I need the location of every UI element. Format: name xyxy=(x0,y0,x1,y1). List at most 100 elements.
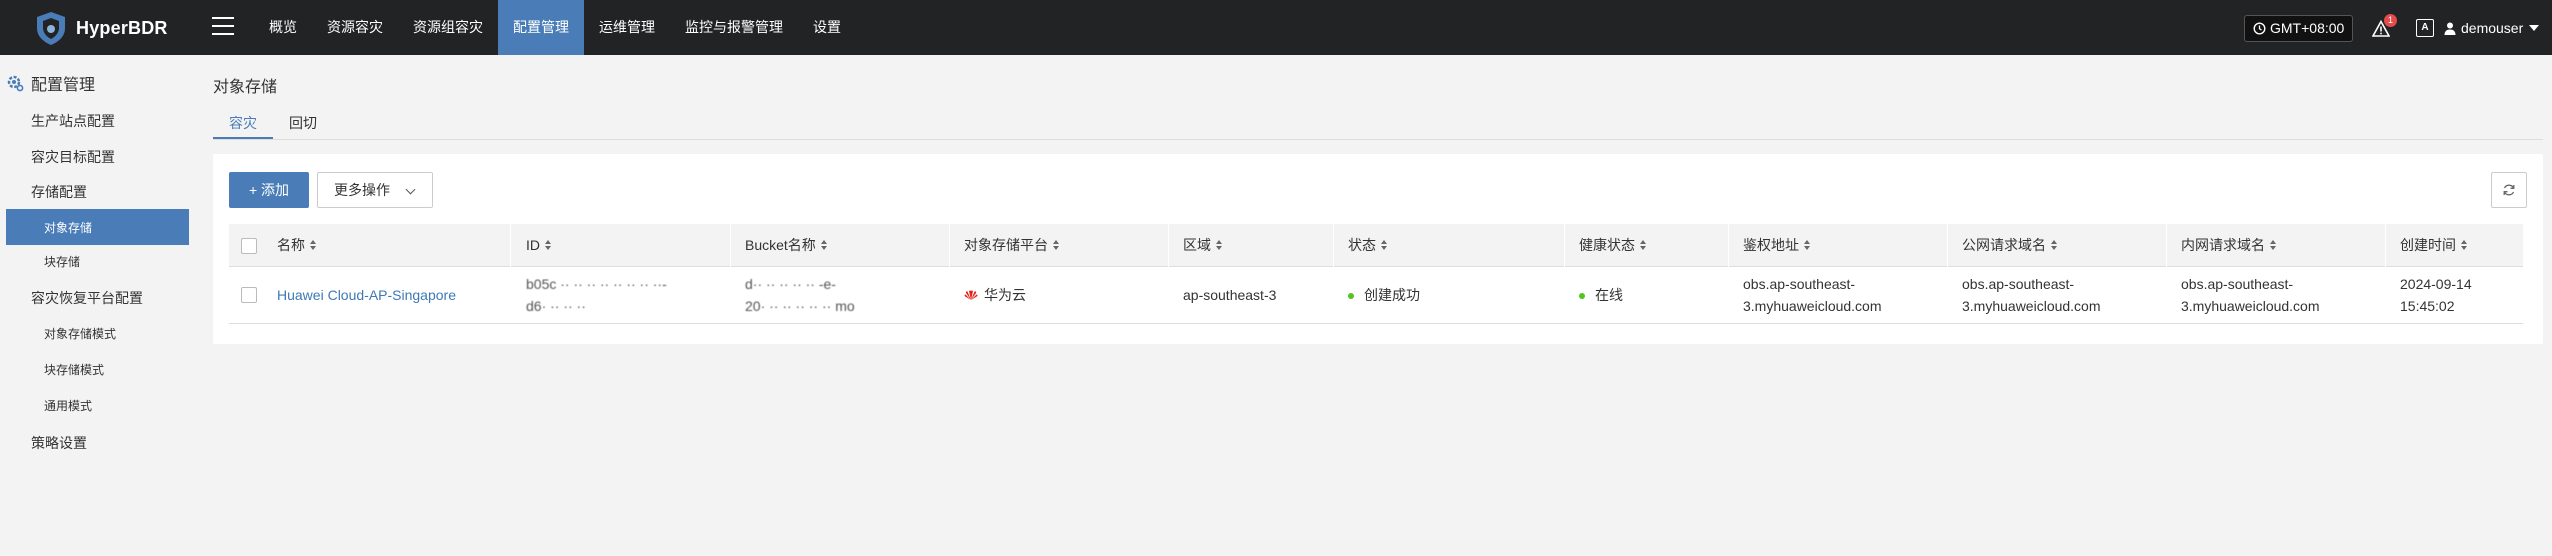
col-health[interactable]: 健康状态 xyxy=(1579,234,1647,256)
menu-toggle-icon[interactable] xyxy=(212,17,234,37)
add-button[interactable]: + 添加 xyxy=(229,172,309,208)
col-status-label: 状态 xyxy=(1348,237,1376,253)
sidebar-item-label: 对象存储 xyxy=(44,221,93,235)
col-auth-url-label: 鉴权地址 xyxy=(1743,237,1799,253)
col-created-time[interactable]: 创建时间 xyxy=(2400,234,2468,256)
storage-platform-label: 华为云 xyxy=(984,287,1026,303)
health-badge: 在线 xyxy=(1579,284,1623,306)
user-menu[interactable]: demouser xyxy=(2444,17,2540,39)
sidebar-title-label: 配置管理 xyxy=(31,77,96,94)
created-time: 2024-09-14 15:45:02 xyxy=(2400,273,2472,317)
table-row[interactable]: Huawei Cloud-AP-Singapore b05c ·· ·· ·· … xyxy=(229,267,2523,324)
col-created-time-label: 创建时间 xyxy=(2400,237,2456,253)
sidebar-item-block-storage[interactable]: 块存储 xyxy=(44,253,80,270)
column-divider xyxy=(1168,224,1169,267)
sort-icon xyxy=(820,239,828,251)
nav-resource-group-dr[interactable]: 资源组容灾 xyxy=(398,0,498,55)
col-platform[interactable]: 对象存储平台 xyxy=(964,234,1060,256)
bucket-name-line2: 20· ·· ·· ·· ·· ·· mo xyxy=(745,298,855,314)
col-id-label: ID xyxy=(526,237,540,253)
tab-bar: 容灾 回切 xyxy=(213,108,2543,140)
username: demouser xyxy=(2461,20,2524,36)
column-divider xyxy=(2166,224,2167,267)
sort-icon xyxy=(2461,239,2468,251)
col-public-domain[interactable]: 公网请求域名 xyxy=(1962,234,2058,256)
health-dot-icon xyxy=(1579,293,1585,300)
status-dot-icon xyxy=(1348,293,1354,300)
tab-failback[interactable]: 回切 xyxy=(289,113,317,133)
nav-resource-dr[interactable]: 资源容灾 xyxy=(312,0,398,55)
auth-url-line2: 3.myhuaweicloud.com xyxy=(1743,298,1882,314)
sidebar-item-block-storage-mode[interactable]: 块存储模式 xyxy=(44,361,104,378)
nav-config-management[interactable]: 配置管理 xyxy=(498,0,584,55)
sidebar-item-object-storage[interactable]: 对象存储 xyxy=(6,209,189,245)
nav-settings[interactable]: 设置 xyxy=(798,0,856,55)
storage-platform: 华为云 xyxy=(964,284,1026,306)
column-divider xyxy=(1564,224,1565,267)
storage-name-link[interactable]: Huawei Cloud-AP-Singapore xyxy=(277,284,456,306)
col-internal-domain[interactable]: 内网请求域名 xyxy=(2181,234,2277,256)
app-logo[interactable]: HyperBDR xyxy=(34,10,168,46)
col-status[interactable]: 状态 xyxy=(1348,234,1388,256)
timezone-button[interactable]: GMT+08:00 xyxy=(2244,15,2354,42)
sort-icon xyxy=(1381,239,1388,251)
column-divider xyxy=(730,224,731,267)
sidebar-item-storage[interactable]: 存储配置 xyxy=(31,182,87,202)
table-header: 名称 ID Bucket名称 对象存储平台 区域 状态 健康状态 鉴权地址 公网… xyxy=(229,224,2523,267)
sidebar: 配置管理 生产站点配置 容灾目标配置 存储配置 对象存储 块存储 容灾恢复平台配… xyxy=(0,55,196,556)
clock-icon xyxy=(2253,22,2266,35)
column-divider xyxy=(1333,224,1334,267)
col-name[interactable]: 名称 xyxy=(277,234,317,256)
sort-icon xyxy=(1640,239,1647,251)
region: ap-southeast-3 xyxy=(1183,287,1277,303)
column-divider xyxy=(1947,224,1948,267)
col-region-label: 区域 xyxy=(1183,237,1211,253)
col-id[interactable]: ID xyxy=(526,234,552,256)
timezone-label: GMT+08:00 xyxy=(2270,20,2345,36)
col-health-label: 健康状态 xyxy=(1579,237,1635,253)
shield-logo-icon xyxy=(37,12,65,45)
active-tab-indicator xyxy=(213,137,273,139)
status-badge: 创建成功 xyxy=(1348,284,1420,306)
alert-button[interactable]: 1 xyxy=(2372,14,2397,39)
page-title: 对象存储 xyxy=(213,79,278,96)
user-icon xyxy=(2444,22,2456,35)
column-divider xyxy=(949,224,950,267)
sidebar-item-dr-target[interactable]: 容灾目标配置 xyxy=(31,147,115,167)
created-clock: 15:45:02 xyxy=(2400,298,2455,314)
main-nav: 概览 资源容灾 资源组容灾 配置管理 运维管理 监控与报警管理 设置 xyxy=(254,0,856,55)
internal-domain-line2: 3.myhuaweicloud.com xyxy=(2181,298,2320,314)
language-icon[interactable]: A xyxy=(2416,19,2434,37)
sidebar-item-recovery-platform[interactable]: 容灾恢复平台配置 xyxy=(31,288,143,308)
select-all-checkbox[interactable] xyxy=(241,238,257,254)
created-date: 2024-09-14 xyxy=(2400,276,2472,292)
col-public-domain-label: 公网请求域名 xyxy=(1962,237,2046,253)
col-auth-url[interactable]: 鉴权地址 xyxy=(1743,234,1811,256)
sidebar-item-policy[interactable]: 策略设置 xyxy=(31,433,87,453)
col-platform-label: 对象存储平台 xyxy=(964,237,1048,253)
sidebar-item-prod-site[interactable]: 生产站点配置 xyxy=(31,111,115,131)
col-bucket[interactable]: Bucket名称 xyxy=(745,234,828,256)
nav-monitoring-alerts[interactable]: 监控与报警管理 xyxy=(670,0,798,55)
storage-id-line1: b05c ·· ·· ·· ·· ·· ·· ·· ··- xyxy=(526,276,667,292)
col-region[interactable]: 区域 xyxy=(1183,234,1223,256)
more-actions-dropdown[interactable]: 更多操作 xyxy=(317,172,433,208)
public-domain: obs.ap-southeast- 3.myhuaweicloud.com xyxy=(1962,273,2101,317)
nav-ops-management[interactable]: 运维管理 xyxy=(584,0,670,55)
col-name-label: 名称 xyxy=(277,237,305,253)
sidebar-item-object-storage-mode[interactable]: 对象存储模式 xyxy=(44,325,116,342)
tab-dr[interactable]: 容灾 xyxy=(229,113,257,133)
refresh-button[interactable] xyxy=(2491,172,2527,208)
auth-url: obs.ap-southeast- 3.myhuaweicloud.com xyxy=(1743,273,1882,317)
row-checkbox[interactable] xyxy=(241,287,257,303)
sort-icon xyxy=(1804,239,1811,251)
column-divider xyxy=(2385,224,2386,267)
sort-icon xyxy=(2270,239,2277,251)
sidebar-title: 配置管理 xyxy=(6,71,95,95)
nav-overview[interactable]: 概览 xyxy=(254,0,312,55)
public-domain-line1: obs.ap-southeast- xyxy=(1962,276,2075,292)
sort-icon xyxy=(545,239,552,251)
sidebar-item-generic-mode[interactable]: 通用模式 xyxy=(44,397,92,414)
bucket-name-line1: d·· ·· ·· ·· ·· -e- xyxy=(745,276,836,292)
auth-url-line1: obs.ap-southeast- xyxy=(1743,276,1856,292)
